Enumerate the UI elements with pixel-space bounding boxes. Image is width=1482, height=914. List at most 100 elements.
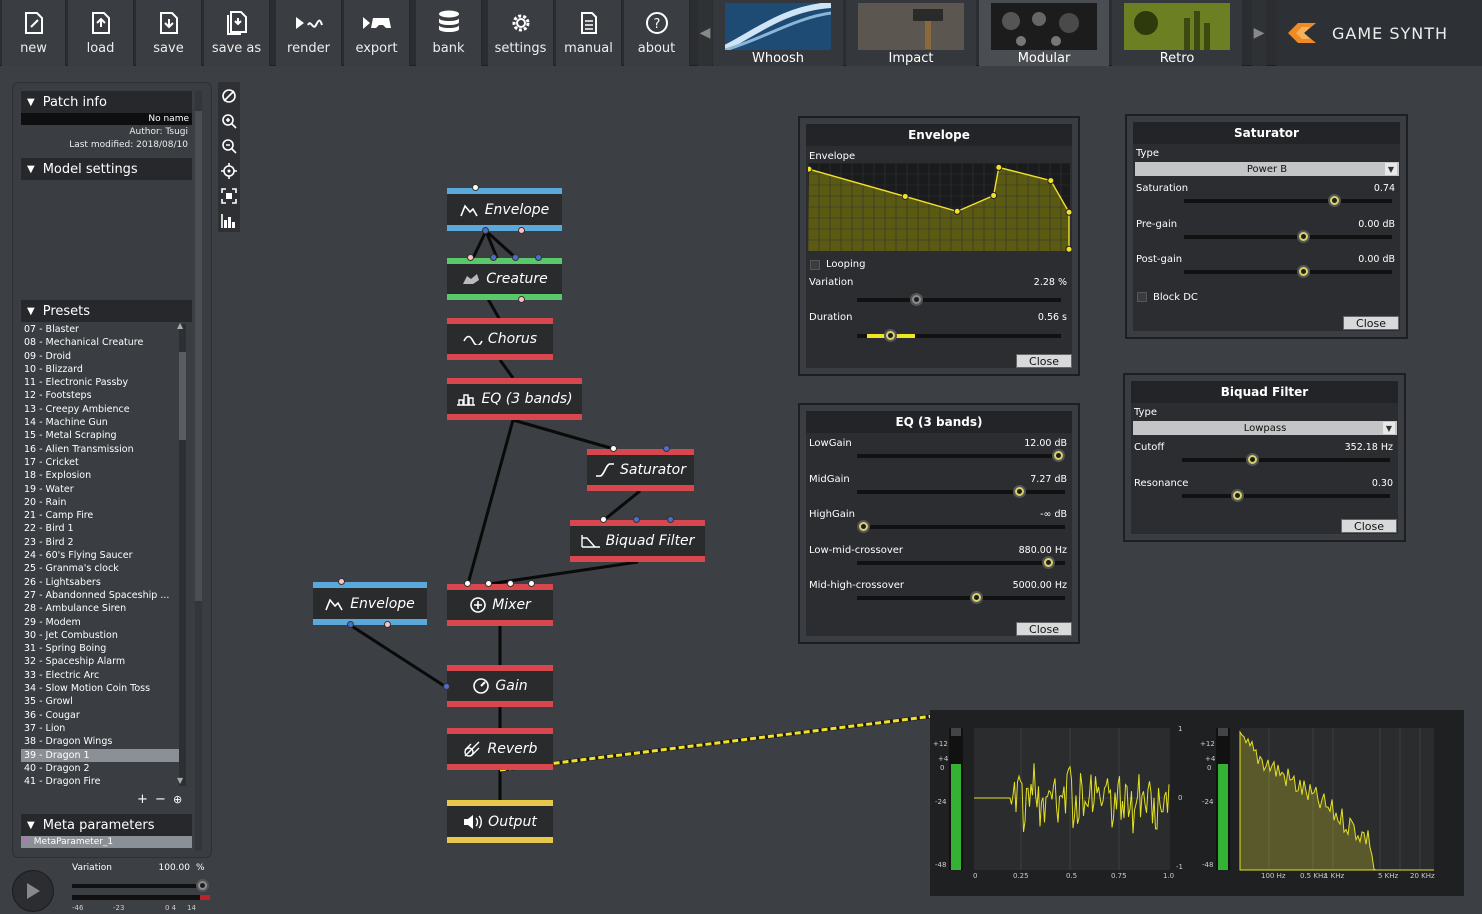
param-slider-knob[interactable] [1328,194,1342,207]
port[interactable] [528,580,535,587]
close-button[interactable]: Close [1016,622,1072,636]
level-tick: +4 [938,755,949,763]
param-slider-knob[interactable] [857,520,870,533]
block-dc-label: Block DC [1153,292,1198,303]
param-value: 0.74 [1373,183,1395,194]
param-slider-knob[interactable] [1052,449,1065,462]
node-label: Envelope [350,595,415,612]
envelope-dialog-title: Envelope [806,124,1072,146]
type-select[interactable]: Power B ▼ [1135,162,1399,176]
port[interactable] [610,445,617,452]
port[interactable] [384,621,391,628]
envelope-point[interactable] [995,163,1003,171]
port[interactable] [338,578,345,585]
variation-slider[interactable] [857,293,1061,306]
port[interactable] [443,683,450,690]
port[interactable] [482,227,489,234]
param-slider-knob[interactable] [1042,555,1056,569]
param-slider[interactable] [857,555,1065,569]
node-envelope[interactable]: Envelope [447,188,562,231]
port[interactable] [600,516,607,523]
envelope-point[interactable] [953,207,961,215]
param-slider[interactable] [1184,265,1392,278]
node-label: Gain [495,678,528,694]
node-creature[interactable]: Creature [447,258,562,300]
param-slider-knob[interactable] [1297,265,1311,278]
node-saturator[interactable]: Saturator [587,449,694,491]
envelope-point[interactable] [1065,245,1072,253]
port[interactable] [535,254,542,261]
node-mixer[interactable]: Mixer [447,584,553,626]
chevron-down-icon[interactable]: ▼ [1385,163,1397,175]
param-slider[interactable] [1182,453,1390,466]
level-tick: +12 [1200,740,1215,748]
port[interactable] [507,580,514,587]
wave-x-tick: 0.5 [1066,872,1078,880]
node-gain[interactable]: Gain [447,665,553,707]
port[interactable] [347,621,354,628]
envelope-point[interactable] [990,192,998,200]
variation-slider-knob[interactable] [910,293,923,306]
param-slider-knob[interactable] [970,591,984,604]
node-output[interactable]: Output [447,800,553,843]
reverb-icon [463,741,480,757]
looping-checkbox[interactable] [810,260,820,270]
node-eq[interactable]: EQ (3 bands) [447,378,582,420]
port[interactable] [667,516,674,523]
chevron-down-icon[interactable]: ▼ [1383,422,1395,434]
analyzer-graphics [949,728,1434,871]
param-slider-knob[interactable] [1297,229,1311,243]
wave-x-tick: 1.0 [1163,872,1175,880]
port[interactable] [663,445,670,452]
node-label: Mixer [492,597,531,613]
node-label: Output [488,813,537,830]
port[interactable] [518,296,525,303]
param-slider-knob[interactable] [1013,484,1026,498]
envelope-point[interactable] [808,165,813,173]
close-button[interactable]: Close [1343,316,1399,330]
param-slider-knob[interactable] [1230,488,1244,502]
param-slider[interactable] [857,484,1065,498]
node-biquad-filter[interactable]: Biquad Filter [570,520,705,562]
envelope-icon [325,597,343,610]
envelope-point[interactable] [1047,177,1055,185]
envelope-point[interactable] [1065,208,1072,216]
port[interactable] [518,227,525,234]
port[interactable] [472,184,479,191]
param-label: Post-gain [1136,254,1183,265]
port[interactable] [464,580,471,587]
port[interactable] [512,254,519,261]
envelope-icon [459,203,478,216]
close-button[interactable]: Close [1016,354,1072,368]
param-value: -∞ dB [1040,509,1067,520]
param-slider[interactable] [1184,194,1392,207]
variation-value: 2.28 % [1033,277,1067,288]
param-label: MidGain [809,473,850,485]
level-tick: +12 [933,740,948,748]
envelope-point[interactable] [901,192,909,200]
block-dc-checkbox[interactable] [1137,292,1147,302]
type-select[interactable]: Lowpass ▼ [1133,421,1397,435]
param-slider[interactable] [1184,229,1392,243]
node-reverb[interactable]: Reverb [447,728,553,770]
port[interactable] [633,516,640,523]
type-label: Type [1136,148,1159,159]
duration-slider[interactable] [857,329,1061,342]
param-slider[interactable] [857,520,1065,533]
param-slider[interactable] [857,591,1065,604]
close-button[interactable]: Close [1341,519,1397,533]
param-slider-knob[interactable] [1246,453,1260,466]
param-slider[interactable] [857,449,1065,462]
variation-label: Variation [809,277,854,288]
wire [486,298,502,321]
biquad-icon [580,535,600,548]
port[interactable] [467,254,474,261]
node-envelope-2[interactable]: Envelope [313,582,427,625]
param-slider[interactable] [1182,488,1390,502]
duration-slider-knob[interactable] [884,329,897,342]
node-chorus[interactable]: Chorus [447,318,553,360]
wire [349,623,447,689]
envelope-graph[interactable] [808,163,1072,255]
port[interactable] [485,580,492,587]
port[interactable] [490,254,497,261]
